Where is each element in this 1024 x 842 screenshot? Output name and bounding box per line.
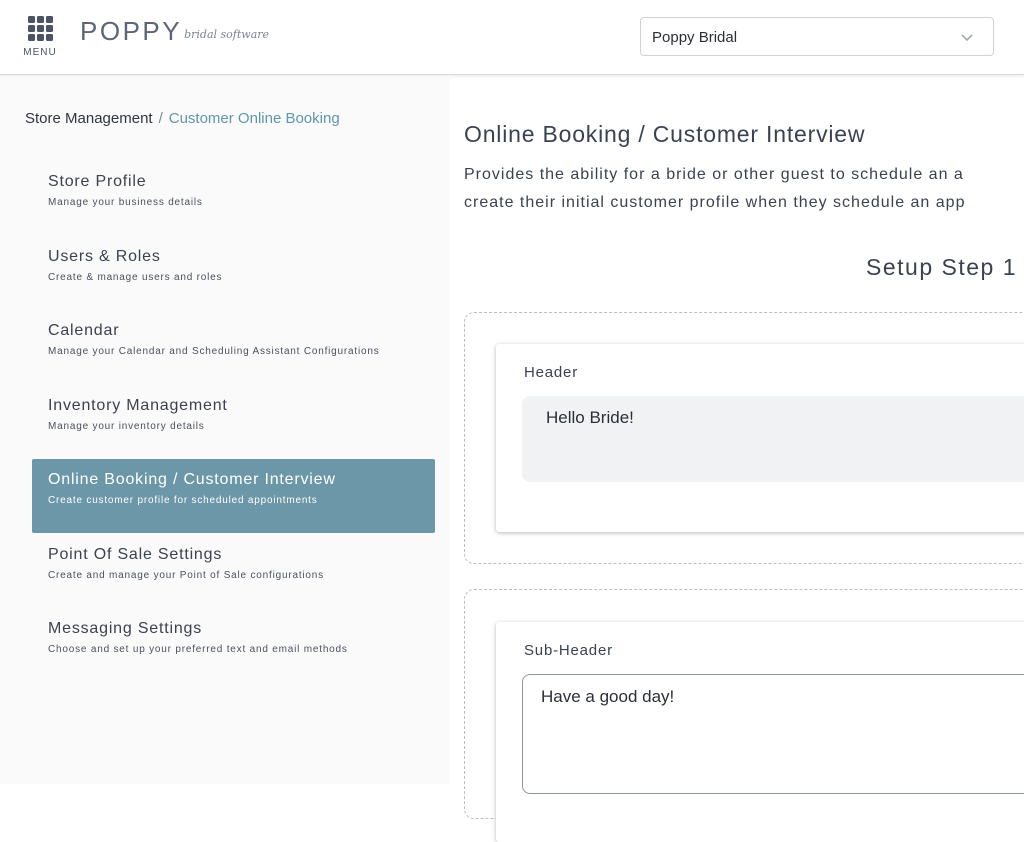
subheader-textarea[interactable]: Have a good day! [522, 674, 1024, 794]
sidebar-item-title: Users & Roles [48, 248, 161, 265]
header-label: Header [524, 364, 578, 381]
setup-step-title: Setup Step 1 [866, 254, 1017, 280]
sidebar-item-inventory-management[interactable]: Inventory Management Manage your invento… [32, 385, 435, 459]
chevron-down-icon [961, 34, 973, 42]
sidebar-item-desc: Manage your Calendar and Scheduling Assi… [48, 346, 380, 357]
sidebar-item-calendar[interactable]: Calendar Manage your Calendar and Schedu… [32, 310, 435, 384]
menu-button[interactable]: MENU [22, 14, 58, 62]
header-input-value: Hello Bride! [546, 408, 634, 427]
sidebar-item-title: Calendar [48, 322, 120, 339]
store-select-value: Poppy Bridal [652, 29, 738, 46]
breadcrumb-root[interactable]: Store Management [25, 110, 153, 127]
sidebar-item-desc: Manage your business details [48, 197, 203, 208]
sidebar-item-messaging-settings[interactable]: Messaging Settings Choose and set up you… [32, 608, 435, 682]
breadcrumb-separator: / [158, 110, 163, 127]
sidebar-item-title: Online Booking / Customer Interview [48, 471, 336, 488]
sidebar-item-desc: Manage your inventory details [48, 421, 205, 432]
sidebar-item-title: Store Profile [48, 173, 147, 190]
top-bar: MENU POPPY bridal software Poppy Bridal [0, 0, 1024, 75]
sidebar-item-title: Messaging Settings [48, 620, 203, 637]
page-description-line: create their initial customer profile wh… [464, 194, 966, 211]
grid-menu-icon [28, 16, 53, 41]
subheader-label: Sub-Header [524, 642, 613, 659]
subheader-card: Sub-Header Have a good day! [496, 622, 1024, 842]
subheader-textarea-value: Have a good day! [541, 687, 675, 706]
sidebar-item-desc: Create and manage your Point of Sale con… [48, 570, 324, 581]
page-description-line: Provides the ability for a bride or othe… [464, 166, 964, 183]
store-select[interactable]: Poppy Bridal [640, 17, 994, 56]
logo-wordmark: POPPY [80, 16, 183, 46]
poppy-logo: POPPY bridal software [80, 16, 269, 48]
page-title: Online Booking / Customer Interview [464, 121, 866, 147]
page-description: Provides the ability for a bride or othe… [464, 161, 1024, 217]
menu-label: MENU [23, 47, 57, 58]
sidebar-item-point-of-sale[interactable]: Point Of Sale Settings Create and manage… [32, 534, 435, 608]
sidebar-item-title: Point Of Sale Settings [48, 546, 223, 563]
header-section: Header Hello Bride! [464, 312, 1024, 564]
sidebar-item-desc: Create customer profile for scheduled ap… [48, 495, 318, 506]
subheader-section: Sub-Header Have a good day! [464, 589, 1024, 842]
sidebar-item-title: Inventory Management [48, 397, 228, 414]
header-card: Header Hello Bride! [496, 344, 1024, 532]
sidebar-item-desc: Choose and set up your preferred text an… [48, 644, 348, 655]
header-input[interactable]: Hello Bride! [522, 396, 1024, 482]
sidebar-item-store-profile[interactable]: Store Profile Manage your business detai… [32, 161, 435, 235]
breadcrumb: Store Management / Customer Online Booking [25, 110, 340, 127]
breadcrumb-current[interactable]: Customer Online Booking [169, 110, 340, 127]
sidebar-item-users-roles[interactable]: Users & Roles Create & manage users and … [32, 236, 435, 310]
sidebar-item-desc: Create & manage users and roles [48, 272, 223, 283]
logo-tagline: bridal software [184, 28, 270, 41]
sidebar-item-online-booking[interactable]: Online Booking / Customer Interview Crea… [32, 459, 435, 533]
